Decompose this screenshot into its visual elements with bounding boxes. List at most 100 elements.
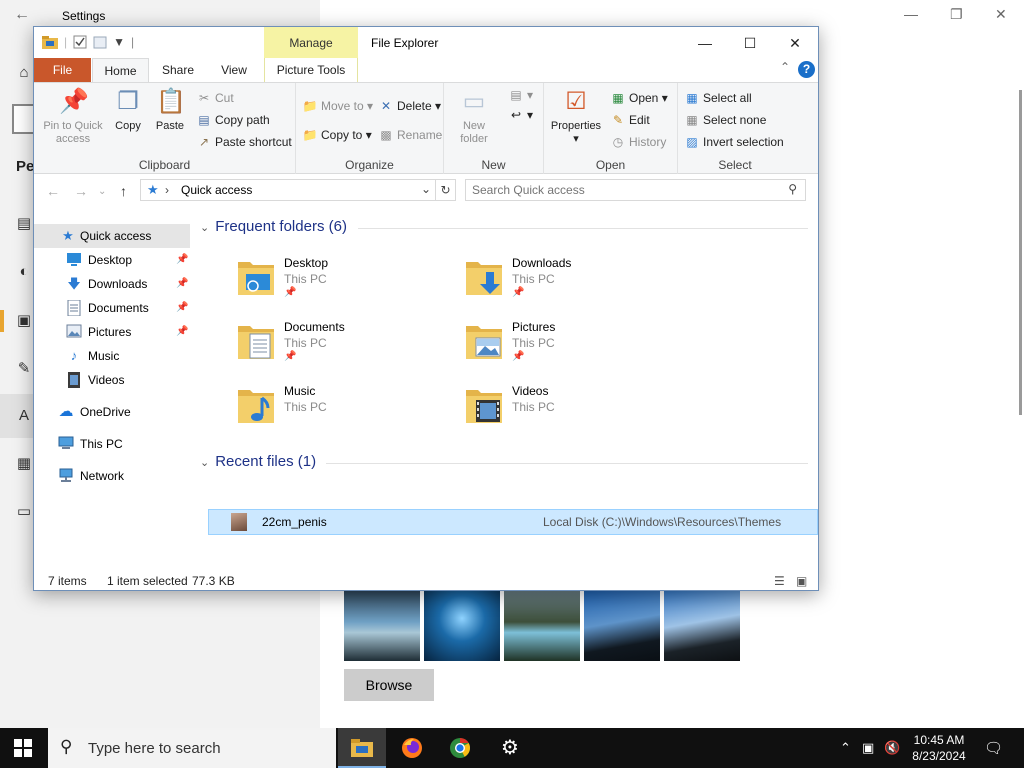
- header-divider: [358, 228, 808, 229]
- file-explorer-taskbar-icon[interactable]: [338, 728, 386, 768]
- background-thumbnail[interactable]: [424, 590, 500, 661]
- copy-path-button[interactable]: ▤ Copy path: [196, 112, 269, 128]
- copy-to-button[interactable]: 📁 Copy to ▾: [302, 127, 372, 143]
- background-thumbnail[interactable]: [664, 590, 740, 661]
- separator: |: [64, 35, 68, 49]
- folder-tile-documents[interactable]: Documents This PC 📌: [236, 316, 456, 372]
- folder-tile-pictures[interactable]: Pictures This PC 📌: [464, 316, 684, 372]
- address-dropdown-icon[interactable]: ⌄: [421, 182, 431, 196]
- new-item-button[interactable]: ▤ ▾: [508, 87, 533, 103]
- paste-shortcut-button[interactable]: ↗ Paste shortcut: [196, 134, 292, 150]
- close-icon[interactable]: ✕: [772, 31, 818, 55]
- collapse-ribbon-icon[interactable]: ⌃: [780, 60, 790, 74]
- easy-access-button[interactable]: ↩ ▾: [508, 107, 533, 123]
- delete-button[interactable]: ✕ Delete ▾: [378, 98, 441, 114]
- close-icon[interactable]: ✕: [995, 6, 1007, 23]
- history-button[interactable]: ◷ History: [610, 134, 667, 150]
- settings-scrollbar[interactable]: [1019, 90, 1022, 415]
- nav-item-desktop[interactable]: Desktop 📌: [34, 248, 190, 272]
- chrome-icon[interactable]: [436, 728, 484, 768]
- taskbar-search-box[interactable]: ⚲ Type here to search: [48, 728, 336, 768]
- paste-button[interactable]: 📋 Paste: [152, 87, 188, 133]
- frequent-folders-header[interactable]: ⌄ Frequent folders (6): [200, 218, 810, 235]
- folder-tile-videos[interactable]: Videos This PC: [464, 380, 684, 436]
- maximize-icon[interactable]: ☐: [727, 31, 773, 55]
- select-none-button[interactable]: ▦ Select none: [684, 112, 766, 128]
- nav-item-quick-access[interactable]: ★ Quick access: [34, 224, 190, 248]
- settings-search-input[interactable]: [12, 104, 34, 134]
- nav-item-this-pc[interactable]: This PC: [34, 432, 190, 456]
- forward-arrow-icon[interactable]: →: [74, 183, 88, 199]
- background-icon[interactable]: ▤: [14, 214, 34, 234]
- nav-item-music[interactable]: ♪ Music: [34, 344, 190, 368]
- pin-to-quick-access-button[interactable]: 📌 Pin to Quick access: [40, 87, 106, 146]
- restore-icon[interactable]: ❐: [950, 6, 963, 23]
- tab-picture-tools[interactable]: Picture Tools: [264, 58, 358, 82]
- nav-item-pictures[interactable]: Pictures 📌: [34, 320, 190, 344]
- volume-muted-icon[interactable]: 🔇: [884, 740, 900, 756]
- back-arrow-icon[interactable]: ←: [14, 6, 30, 24]
- nav-item-documents[interactable]: Documents 📌: [34, 296, 190, 320]
- folder-icon[interactable]: [42, 35, 58, 49]
- recent-locations-icon[interactable]: ⌄: [98, 186, 106, 197]
- folder-tile-desktop[interactable]: Desktop This PC 📌: [236, 252, 456, 308]
- browse-button[interactable]: Browse: [344, 669, 434, 701]
- edit-icon: ✎: [612, 113, 624, 127]
- rename-button[interactable]: ▩ Rename: [378, 127, 442, 143]
- taskbar-settings-icon[interactable]: ▭: [14, 502, 34, 522]
- recent-file-row[interactable]: 22cm_penis Local Disk (C:)\Windows\Resou…: [208, 509, 818, 535]
- themes-icon[interactable]: ✎: [14, 359, 34, 379]
- tab-file[interactable]: File: [34, 58, 91, 82]
- qat-dropdown-icon[interactable]: ▼: [113, 35, 125, 49]
- home-icon[interactable]: ⌂: [14, 63, 34, 83]
- recent-files-header[interactable]: ⌄ Recent files (1): [200, 453, 810, 470]
- select-all-button[interactable]: ▦ Select all: [684, 90, 751, 106]
- properties-check-icon[interactable]: [73, 35, 87, 49]
- open-button[interactable]: ▦ Open ▾: [610, 90, 667, 106]
- search-input[interactable]: [472, 182, 772, 198]
- folder-tile-music[interactable]: Music This PC: [236, 380, 456, 436]
- background-thumbnail[interactable]: [584, 590, 660, 661]
- windows-start-icon[interactable]: [14, 739, 32, 757]
- refresh-icon[interactable]: ↻: [436, 179, 456, 201]
- new-folder-qat-icon[interactable]: [93, 35, 107, 49]
- colors-icon[interactable]: ◐: [14, 262, 34, 282]
- system-clock[interactable]: 10:45 AM 8/23/2024: [906, 732, 972, 764]
- show-hidden-icons-icon[interactable]: ⌃: [840, 740, 851, 756]
- nav-item-videos[interactable]: Videos: [34, 368, 190, 392]
- cut-button[interactable]: ✂ Cut: [196, 90, 234, 106]
- tab-view[interactable]: View: [210, 58, 258, 82]
- network-status-icon[interactable]: ▣: [862, 740, 874, 756]
- notification-icon[interactable]: 🗨: [984, 739, 1003, 757]
- large-icons-view-icon[interactable]: ▣: [796, 574, 807, 588]
- address-bar[interactable]: ★ › Quick access ⌄: [140, 179, 436, 201]
- details-view-icon[interactable]: ☰: [774, 574, 785, 588]
- copy-button[interactable]: ❐ Copy: [110, 87, 146, 133]
- title-bar[interactable]: | ▼ | Manage File Explorer — ☐ ✕: [34, 27, 818, 58]
- start-icon[interactable]: ▦: [14, 454, 34, 474]
- firefox-icon[interactable]: [388, 728, 436, 768]
- minimize-icon[interactable]: —: [904, 6, 918, 22]
- invert-selection-button[interactable]: ▨ Invert selection: [684, 134, 783, 150]
- background-thumbnail[interactable]: [344, 590, 420, 661]
- nav-item-downloads[interactable]: 🡇 Downloads 📌: [34, 272, 190, 296]
- up-arrow-icon[interactable]: ↑: [120, 183, 127, 199]
- help-icon[interactable]: ?: [798, 61, 815, 78]
- manage-context-tab[interactable]: Manage: [264, 27, 358, 58]
- move-to-button[interactable]: 📁 Move to ▾: [302, 98, 374, 114]
- tab-share[interactable]: Share: [152, 58, 204, 82]
- lock-screen-icon[interactable]: ▣: [14, 311, 34, 331]
- search-box[interactable]: ⚲: [465, 179, 806, 201]
- background-thumbnail[interactable]: [504, 590, 580, 661]
- minimize-icon[interactable]: —: [682, 31, 728, 55]
- properties-button[interactable]: ☑ Properties ▾: [548, 87, 604, 146]
- nav-item-onedrive[interactable]: ☁ OneDrive: [34, 400, 190, 424]
- folder-tile-downloads[interactable]: Downloads This PC 📌: [464, 252, 684, 308]
- back-arrow-icon[interactable]: ←: [46, 183, 60, 199]
- pin-icon: 📌: [176, 254, 189, 265]
- new-folder-button[interactable]: ▭ New folder: [452, 87, 496, 146]
- edit-button[interactable]: ✎ Edit: [610, 112, 650, 128]
- settings-gear-icon[interactable]: ⚙: [486, 728, 534, 768]
- nav-item-network[interactable]: Network: [34, 464, 190, 488]
- tab-home[interactable]: Home: [92, 58, 149, 82]
